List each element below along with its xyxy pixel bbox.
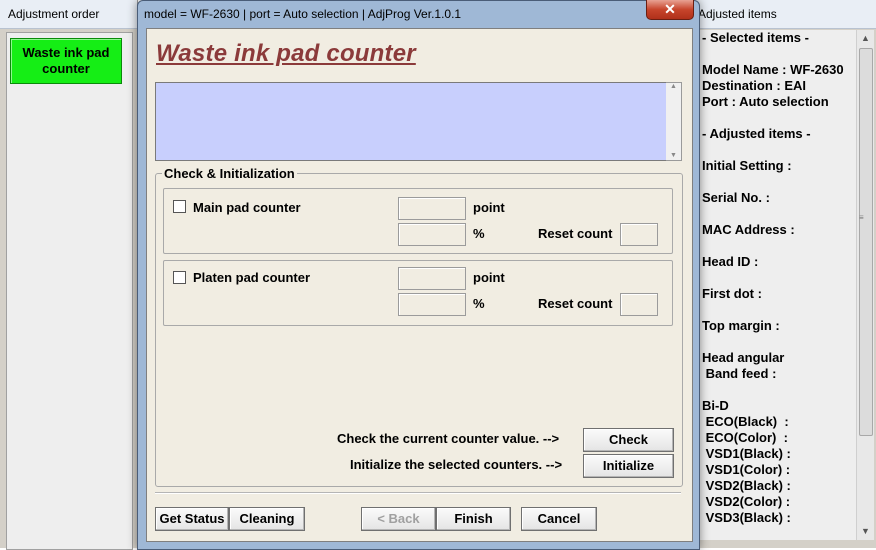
scroll-up-arrow-icon[interactable]: ▲ — [666, 83, 681, 90]
destination-line: Destination : EAI — [702, 78, 807, 93]
initialize-prompt: Initialize the selected counters. --> — [350, 457, 563, 472]
vsd3-black-line: VSD3(Black) : — [702, 510, 791, 525]
back-button[interactable]: < Back — [361, 507, 436, 531]
close-icon: ✕ — [664, 1, 676, 17]
initial-setting-line: Initial Setting : — [702, 158, 792, 173]
head-angular-line: Head angular — [702, 350, 785, 365]
vsd2-black-line: VSD2(Black) : — [702, 478, 791, 493]
cleaning-button[interactable]: Cleaning — [229, 507, 305, 531]
waste-ink-item-label-line1: Waste ink pad — [22, 45, 110, 60]
bi-d-line: Bi-D — [702, 398, 729, 413]
get-status-button[interactable]: Get Status — [155, 507, 229, 531]
message-box-scrollbar[interactable]: ▲ ▼ — [666, 82, 682, 161]
check-prompt: Check the current counter value. --> — [337, 431, 560, 446]
vsd2-color-line: VSD2(Color) : — [702, 494, 791, 509]
main-pad-reset-field — [620, 223, 658, 246]
vsd1-black-line: VSD1(Black) : — [702, 446, 791, 461]
check-button[interactable]: Check — [583, 428, 674, 452]
platen-pad-point-unit: point — [473, 270, 505, 285]
mac-address-line: MAC Address : — [702, 222, 795, 237]
adjusted-items-list: - Selected items - Model Name : WF-2630 … — [698, 30, 856, 540]
model-name-line: Model Name : WF-2630 — [702, 62, 844, 77]
platen-pad-percent-field — [398, 293, 466, 316]
close-button[interactable]: ✕ — [646, 0, 694, 20]
adjustment-order-title-bar: Adjustment order — [0, 0, 137, 29]
finish-button[interactable]: Finish — [436, 507, 511, 531]
adjusted-items-title: Adjusted items — [698, 7, 777, 21]
head-id-line: Head ID : — [702, 254, 759, 269]
eco-color-line: ECO(Color) : — [702, 430, 788, 445]
footer-divider — [155, 492, 681, 494]
adjusted-items-title-bar: Adjusted items — [694, 0, 876, 29]
main-pad-percent-unit: % — [473, 226, 485, 241]
platen-pad-reset-label: Reset count — [538, 296, 613, 311]
vsd1-color-line: VSD1(Color) : — [702, 462, 791, 477]
cancel-button[interactable]: Cancel — [521, 507, 597, 531]
main-pad-label: Main pad counter — [193, 200, 301, 215]
adjustment-order-list — [6, 32, 133, 550]
port-line: Port : Auto selection — [702, 94, 829, 109]
main-pad-point-unit: point — [473, 200, 505, 215]
main-pad-checkbox[interactable] — [173, 200, 186, 213]
main-pad-reset-label: Reset count — [538, 226, 613, 241]
message-box — [155, 82, 667, 161]
platen-pad-checkbox[interactable] — [173, 271, 186, 284]
platen-pad-percent-unit: % — [473, 296, 485, 311]
selected-items-heading: - Selected items - — [702, 30, 809, 45]
dialog-title: model = WF-2630 | port = Auto selection … — [144, 7, 462, 21]
adjusted-items-heading: - Adjusted items - — [702, 126, 811, 141]
platen-pad-label: Platen pad counter — [193, 270, 311, 285]
eco-black-line: ECO(Black) : — [702, 414, 789, 429]
first-dot-line: First dot : — [702, 286, 762, 301]
scroll-up-arrow-icon[interactable]: ▲ — [857, 30, 874, 47]
page-title: Waste ink pad counter — [156, 40, 416, 67]
waste-ink-item-label-line2: counter — [42, 61, 90, 76]
scroll-down-arrow-icon[interactable]: ▼ — [857, 523, 874, 540]
scroll-down-arrow-icon[interactable]: ▼ — [666, 152, 681, 159]
scrollbar-thumb[interactable] — [859, 48, 873, 436]
adjusted-items-scrollbar[interactable]: ▲ ≡ ▼ — [856, 30, 874, 540]
scrollbar-grip-icon: ≡ — [859, 213, 864, 222]
check-initialization-label: Check & Initialization — [162, 166, 297, 181]
adjustment-order-title: Adjustment order — [8, 7, 100, 21]
platen-pad-reset-field — [620, 293, 658, 316]
serial-no-line: Serial No. : — [702, 190, 770, 205]
band-feed-line: Band feed : — [702, 366, 777, 381]
platen-pad-point-field — [398, 267, 466, 290]
waste-ink-pad-counter-item[interactable]: Waste ink pad counter — [10, 38, 122, 84]
main-pad-point-field — [398, 197, 466, 220]
initialize-button[interactable]: Initialize — [583, 454, 674, 478]
top-margin-line: Top margin : — [702, 318, 780, 333]
main-pad-percent-field — [398, 223, 466, 246]
